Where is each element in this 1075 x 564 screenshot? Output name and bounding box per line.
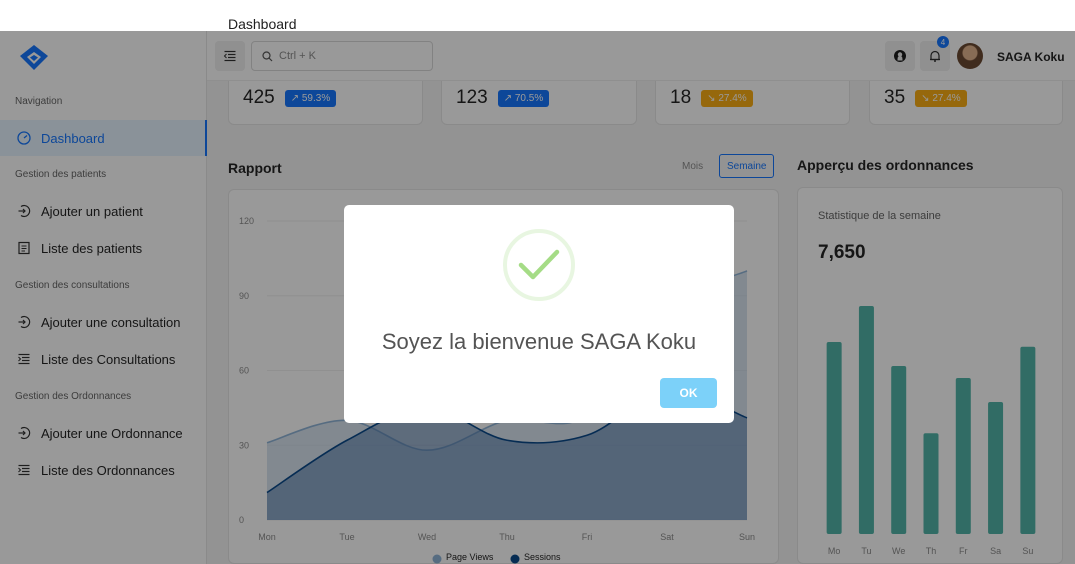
window-title-bar: Dashboard [0,0,1075,32]
window-title: Dashboard [228,16,297,32]
modal-message: Soyez la bienvenue SAGA Koku [381,329,697,354]
success-check-icon [503,229,575,301]
welcome-modal: Soyez la bienvenue SAGA Koku OK [344,205,734,423]
ok-button[interactable]: OK [660,378,717,408]
